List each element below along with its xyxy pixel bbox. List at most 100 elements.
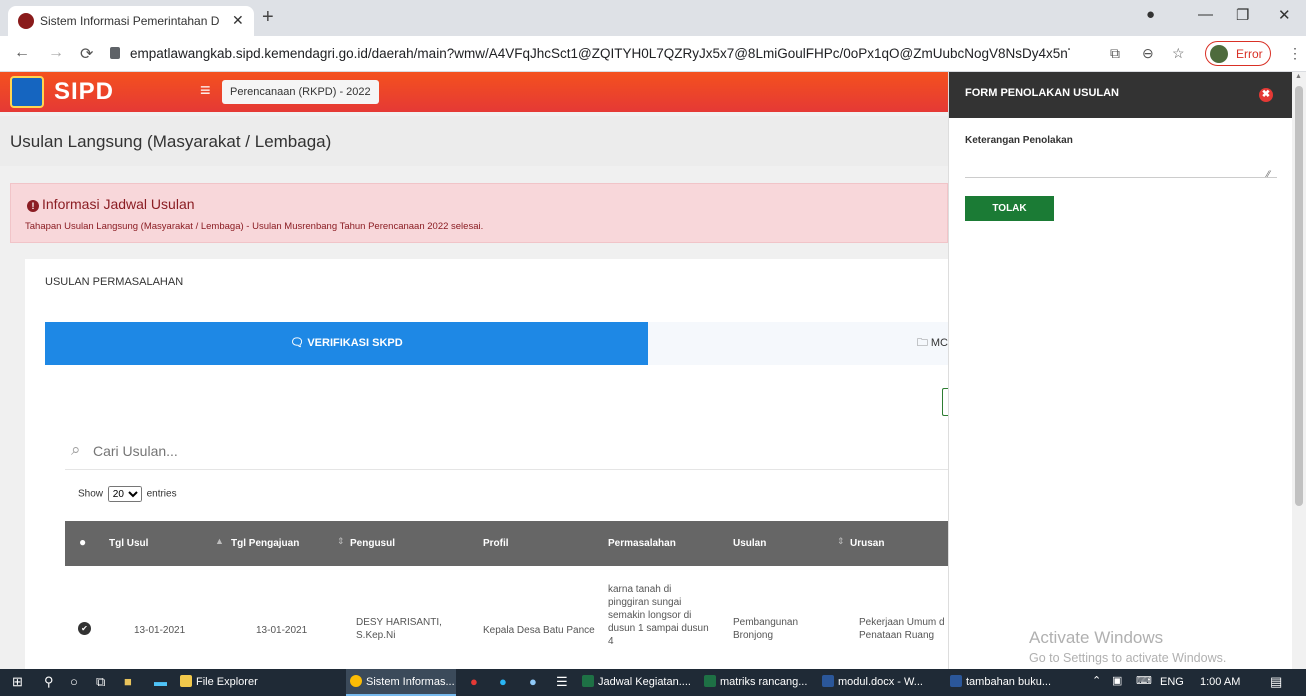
page-title-bar: Usulan Langsung (Masyarakat / Lembaga)	[0, 116, 948, 166]
cell-usulan: Pembangunan Bronjong	[733, 616, 798, 642]
sort-icon[interactable]: ⇕	[337, 536, 345, 547]
bookmark-star-icon[interactable]: ☆	[1172, 45, 1185, 62]
task-view-icon[interactable]: ⧉	[96, 674, 105, 690]
sort-icon[interactable]: ⇕	[837, 536, 845, 547]
hamburger-menu-icon[interactable]: ≡	[200, 80, 211, 101]
lock-icon	[110, 47, 120, 59]
translate-icon[interactable]: ⧉	[1110, 45, 1120, 62]
tab-monitoring[interactable]: 🗀 MC	[648, 322, 948, 365]
cell-line: semakin longsor di	[608, 610, 692, 621]
reload-icon[interactable]: ⟳	[80, 44, 93, 64]
activate-windows-watermark: Activate Windows Go to Settings to activ…	[1029, 628, 1226, 665]
card-title: USULAN PERMASALAHAN	[45, 276, 184, 288]
rejection-reason-field[interactable]	[965, 156, 1277, 178]
column-header-permasalahan: Permasalahan	[608, 538, 676, 549]
app-brand: SIPD	[54, 78, 115, 105]
network-icon[interactable]: ▣	[1112, 674, 1122, 687]
folder-icon: 🗀	[916, 337, 928, 349]
rejection-form-panel: FORM PENOLAKAN USULAN ✖ Keterangan Penol…	[948, 72, 1293, 669]
column-header-profil: Profil	[483, 538, 509, 549]
edge-icon[interactable]: ●	[499, 674, 507, 689]
taskbar-label: matriks rancang...	[720, 676, 808, 688]
cell-profil: Kepala Desa Batu Pance	[483, 625, 595, 636]
notification-icon[interactable]: ▤	[1270, 674, 1282, 690]
tab-label: VERIFIKASI SKPD	[307, 337, 403, 349]
windows-start-icon[interactable]: ⊞	[12, 674, 23, 690]
windows-taskbar: ⊞ ⚲ ○ ⧉ ■ ▬ File Explorer Sistem Informa…	[0, 669, 1306, 696]
mail-icon[interactable]: ▬	[154, 674, 167, 689]
period-selector[interactable]: Perencanaan (RKPD) - 2022	[222, 80, 379, 104]
browser-tab-title: Sistem Informasi Pemerintahan D	[40, 14, 220, 28]
taskbar-item-excel-jadwal[interactable]: Jadwal Kegiatan....	[582, 669, 691, 696]
taskbar-item-excel-matriks[interactable]: matriks rancang...	[704, 669, 807, 696]
language-indicator[interactable]: ENG	[1160, 669, 1184, 696]
browser-menu-dot-icon[interactable]: ●	[1146, 6, 1155, 23]
restore-button[interactable]: ❐	[1236, 6, 1249, 24]
forward-arrow-icon[interactable]: →	[48, 44, 64, 62]
cell-line: Penataan Ruang	[859, 630, 935, 641]
back-arrow-icon[interactable]: ←	[14, 44, 30, 62]
search-icon: ⌕	[71, 440, 81, 459]
profile-error-label: Error	[1236, 47, 1263, 61]
page-scrollbar[interactable]: ▲	[1292, 72, 1306, 669]
scrollbar-thumb[interactable]	[1295, 86, 1303, 506]
taskbar-item-chrome[interactable]: Sistem Informas...	[346, 669, 456, 696]
clock[interactable]: 1:00 AM	[1200, 669, 1240, 696]
select-all-icon[interactable]: ●	[79, 535, 86, 549]
browser-tab-strip: Sistem Informasi Pemerintahan D ✕ + ● — …	[0, 0, 1306, 36]
browser-toolbar: ← → ⟳ empatlawangkab.sipd.kemendagri.go.…	[0, 36, 1306, 72]
chevron-up-icon[interactable]: ⌃	[1092, 674, 1101, 687]
address-bar[interactable]: empatlawangkab.sipd.kemendagri.go.id/dae…	[110, 41, 1070, 67]
taskbar-label: modul.docx - W...	[838, 676, 923, 688]
task-manager-icon[interactable]: ☰	[556, 674, 568, 690]
profile-error-button[interactable]: Error	[1205, 41, 1271, 66]
reject-button[interactable]: TOLAK	[965, 196, 1054, 221]
kebab-menu-icon[interactable]: ⋮	[1288, 45, 1302, 62]
app-header: SIPD ≡ Perencanaan (RKPD) - 2022	[0, 72, 948, 112]
column-header-tgl-usul[interactable]: Tgl Usul	[109, 538, 148, 549]
keyboard-icon[interactable]: ⌨	[1136, 674, 1152, 687]
zoom-icon[interactable]: ⊖	[1142, 45, 1154, 62]
taskbar-item-word-tambahan[interactable]: tambahan buku...	[950, 669, 1051, 696]
browser-tab[interactable]: Sistem Informasi Pemerintahan D ✕	[8, 6, 254, 36]
search-input[interactable]	[93, 438, 593, 464]
minimize-button[interactable]: —	[1198, 6, 1213, 23]
taskbar-label: tambahan buku...	[966, 676, 1052, 688]
store-icon[interactable]: ■	[124, 674, 132, 689]
window-close-button[interactable]: ✕	[1278, 6, 1291, 24]
resize-handle-icon[interactable]: ⁄⁄	[1267, 169, 1270, 179]
cell-line: Bronjong	[733, 630, 774, 641]
cell-line: pinggiran sungai	[608, 597, 682, 608]
cell-urusan: Pekerjaan Umum d Penataan Ruang	[859, 616, 948, 642]
tab-verifikasi-skpd[interactable]: 🗨 VERIFIKASI SKPD	[45, 322, 648, 365]
new-tab-button[interactable]: +	[262, 6, 274, 29]
alert-message: Tahapan Usulan Langsung (Masyarakat / Le…	[25, 221, 484, 232]
usulan-card: USULAN PERMASALAHAN 🗨 VERIFIKASI SKPD 🗀 …	[25, 259, 950, 669]
column-header-pengusul[interactable]: Pengusul	[350, 538, 395, 549]
close-tab-icon[interactable]: ✕	[232, 12, 244, 29]
watermark-line-1: Activate Windows	[1029, 628, 1164, 647]
sipd-logo-icon	[10, 76, 44, 108]
search-icon[interactable]: ⚲	[44, 674, 54, 690]
chat-icon: 🗨	[290, 337, 305, 349]
taskbar-item-file-explorer[interactable]: File Explorer	[180, 669, 300, 696]
tab-label: MC	[930, 337, 948, 349]
column-header-urusan[interactable]: Urusan	[850, 538, 884, 549]
cell-line: karna tanah di	[608, 584, 672, 595]
rejection-reason-label: Keterangan Penolakan	[965, 135, 1073, 146]
table-row[interactable]: ✔ 13-01-2021 13-01-2021 DESY HARISANTI, …	[65, 566, 948, 669]
table-header: ● Tgl Usul ▲ Tgl Pengajuan ⇕ Pengusul Pr…	[65, 521, 948, 566]
close-panel-icon[interactable]: ✖	[1259, 88, 1273, 102]
scroll-up-icon[interactable]: ▲	[1295, 73, 1302, 80]
row-check-icon[interactable]: ✔	[78, 622, 91, 635]
entries-select[interactable]: 20	[107, 486, 142, 502]
browser-icon[interactable]: ●	[529, 674, 537, 689]
panel-title: FORM PENOLAKAN USULAN	[965, 87, 1119, 99]
column-header-tgl-pengajuan[interactable]: Tgl Pengajuan	[231, 538, 299, 549]
opera-icon[interactable]: ●	[470, 674, 478, 689]
sort-icon[interactable]: ▲	[215, 536, 224, 546]
taskbar-item-word-modul[interactable]: modul.docx - W...	[822, 669, 923, 696]
cortana-icon[interactable]: ○	[70, 674, 78, 689]
cell-tgl-usul: 13-01-2021	[134, 625, 186, 636]
url-text: empatlawangkab.sipd.kemendagri.go.id/dae…	[130, 46, 1070, 61]
